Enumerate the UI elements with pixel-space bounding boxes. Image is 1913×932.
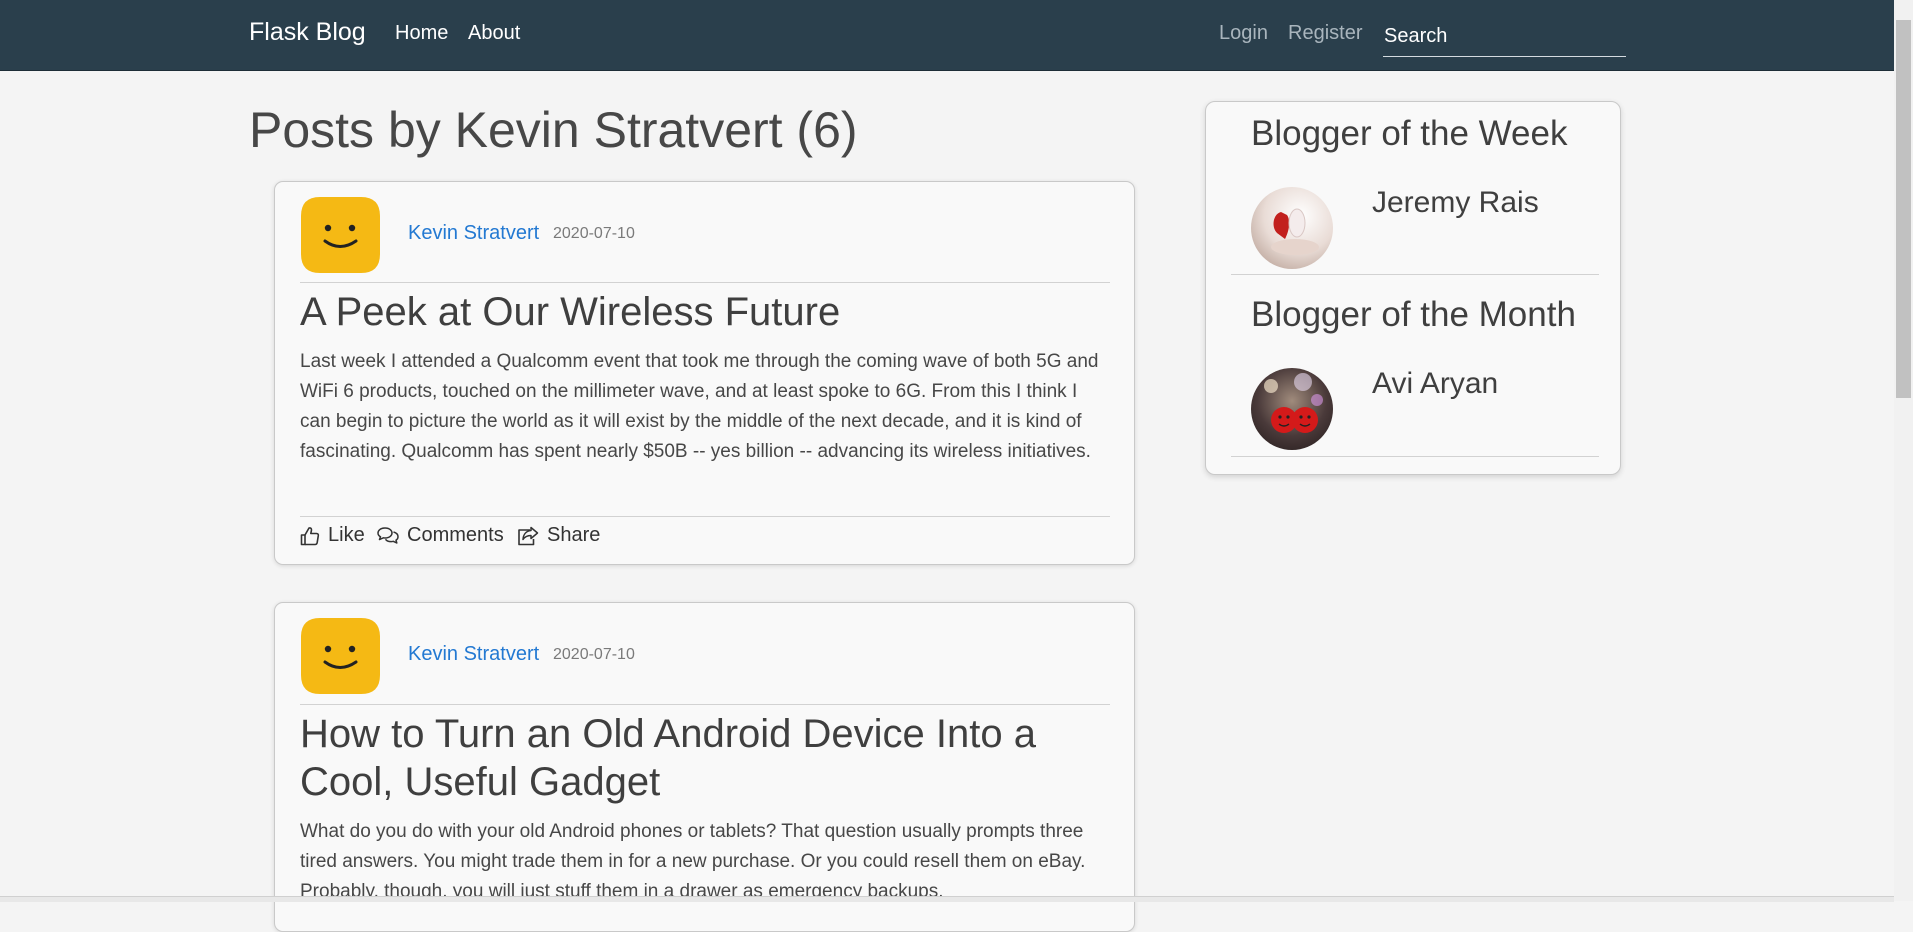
author-avatar[interactable]: [300, 196, 381, 274]
featured-bloggers-panel: Blogger of the Week Jeremy Rais Blogger …: [1205, 101, 1621, 475]
divider: [300, 516, 1110, 517]
author-link[interactable]: Kevin Stratvert: [408, 222, 539, 245]
blogger-of-month-avatar[interactable]: [1251, 368, 1333, 450]
share-label: Share: [547, 524, 601, 546]
thumbs-up-icon: [300, 526, 320, 545]
brand-link[interactable]: Flask Blog: [249, 18, 366, 47]
navbar: Flask Blog Home About Login Register: [0, 0, 1894, 71]
page-scrollbar[interactable]: [1894, 0, 1913, 901]
like-label: Like: [328, 524, 365, 546]
divider: [300, 704, 1110, 705]
post-card: Kevin Stratvert 2020-07-10 A Peek at Our…: [274, 181, 1135, 565]
comments-button[interactable]: Comments: [377, 524, 504, 547]
blogger-of-month-name[interactable]: Avi Aryan: [1372, 367, 1498, 401]
blogger-of-week-name[interactable]: Jeremy Rais: [1372, 186, 1539, 220]
like-button[interactable]: Like: [300, 524, 365, 547]
comments-label: Comments: [407, 524, 504, 546]
comments-icon: [377, 526, 399, 544]
divider: [300, 282, 1110, 283]
nav-about-link[interactable]: About: [468, 22, 520, 45]
search-input[interactable]: [1383, 17, 1626, 57]
nav-home-link[interactable]: Home: [395, 22, 448, 45]
horizontal-scrollbar: [0, 896, 1894, 902]
blogger-of-month-heading: Blogger of the Month: [1251, 295, 1576, 334]
blogger-of-week-heading: Blogger of the Week: [1251, 114, 1568, 153]
share-button[interactable]: Share: [517, 524, 600, 547]
blogger-of-week-avatar[interactable]: [1251, 187, 1333, 269]
nav-login-link[interactable]: Login: [1219, 22, 1268, 45]
post-title[interactable]: A Peek at Our Wireless Future: [300, 288, 1110, 336]
post-title[interactable]: How to Turn an Old Android Device Into a…: [300, 710, 1110, 806]
post-card: Kevin Stratvert 2020-07-10 How to Turn a…: [274, 602, 1135, 932]
author-avatar[interactable]: [300, 617, 381, 695]
author-link[interactable]: Kevin Stratvert: [408, 643, 539, 666]
page-title: Posts by Kevin Stratvert (6): [249, 102, 858, 158]
divider: [1231, 274, 1599, 275]
post-body: Last week I attended a Qualcomm event th…: [300, 351, 1099, 462]
nav-register-link[interactable]: Register: [1288, 22, 1362, 45]
post-body: What do you do with your old Android pho…: [300, 821, 1086, 902]
post-date: 2020-07-10: [553, 646, 635, 663]
share-icon: [518, 526, 539, 545]
post-date: 2020-07-10: [553, 225, 635, 242]
scrollbar-thumb[interactable]: [1896, 20, 1911, 398]
divider: [1231, 456, 1599, 457]
